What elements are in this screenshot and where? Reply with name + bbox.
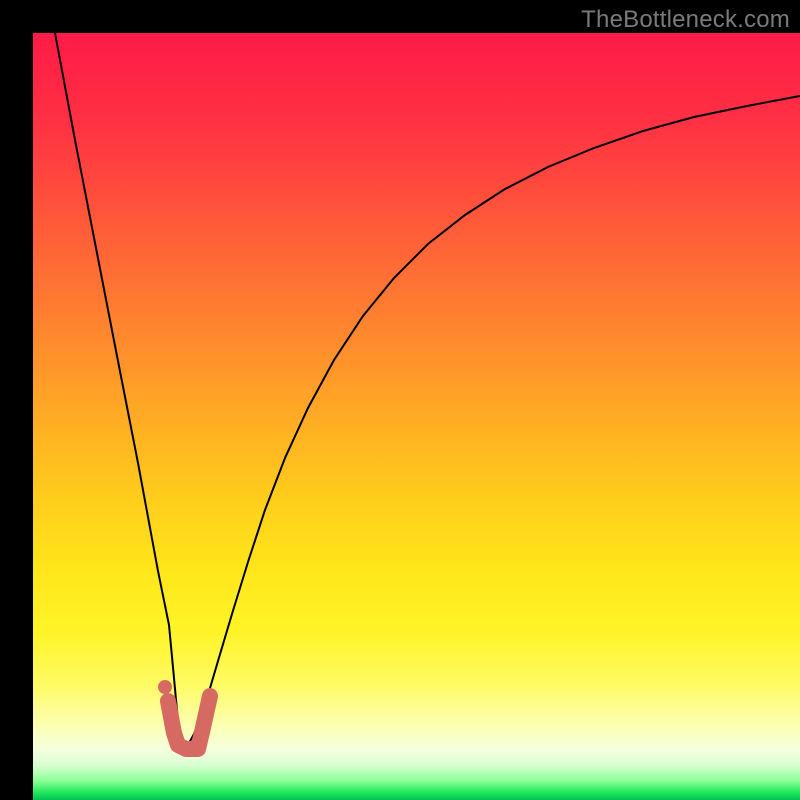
bottleneck-chart xyxy=(0,0,800,800)
optimum-dot xyxy=(158,680,172,694)
watermark-text: TheBottleneck.com xyxy=(581,6,790,34)
plot-background-gradient xyxy=(33,33,800,800)
